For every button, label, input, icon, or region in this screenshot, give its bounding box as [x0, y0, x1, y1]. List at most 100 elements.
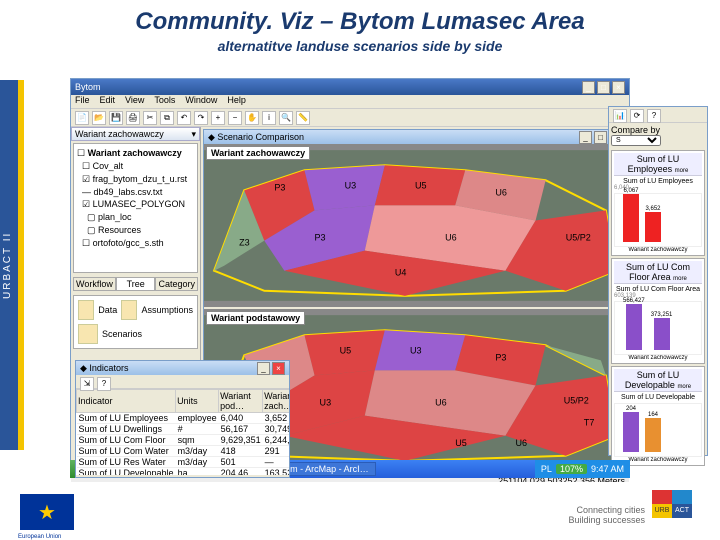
chart-bar [645, 418, 661, 452]
svg-text:P3: P3 [274, 182, 285, 192]
maximize-icon[interactable]: □ [594, 131, 607, 144]
save-icon[interactable]: 💾 [109, 111, 123, 125]
svg-text:P3: P3 [315, 233, 326, 243]
table-row[interactable]: Sum of LU Dwellings#56,16730,749 [77, 424, 290, 435]
undo-icon[interactable]: ↶ [177, 111, 191, 125]
measure-icon[interactable]: 📏 [296, 111, 310, 125]
eu-flag-icon: ★ [20, 494, 74, 530]
menu-edit[interactable]: Edit [100, 95, 116, 108]
export-icon[interactable]: ⇲ [80, 377, 94, 391]
identify-icon[interactable]: i [262, 111, 276, 125]
table-row[interactable]: Sum of LU Com Floorsqm9,629,3516,244,955 [77, 435, 290, 446]
table-row[interactable]: Sum of LU Developableha204.46163.52 [77, 468, 290, 476]
redo-icon[interactable]: ↷ [194, 111, 208, 125]
menu-view[interactable]: View [125, 95, 144, 108]
zoom-out-icon[interactable]: − [228, 111, 242, 125]
close-icon[interactable]: × [272, 362, 285, 375]
comparison-title: Scenario Comparison [217, 132, 304, 142]
chart-header[interactable]: Sum of LU Com Floor Area more [614, 261, 702, 284]
tree-item[interactable]: ☑ frag_bytom_dzu_t_u.rst [77, 173, 194, 186]
chart-box: Sum of LU Com Floor Area more Sum of LU … [611, 258, 705, 364]
sidebar-brand: URBACT II [0, 80, 18, 450]
chart-area: 6,0673,652 [614, 193, 702, 247]
zoom-indicator[interactable]: 107% [556, 464, 587, 474]
svg-text:U3: U3 [345, 180, 357, 190]
compare-select[interactable]: S [611, 135, 661, 146]
map-top[interactable]: Wariant zachowawczy P3 U3 U5 U6 P3 Z3 U6… [204, 144, 626, 307]
menu-bar: File Edit View Tools Window Help [71, 95, 629, 109]
close-icon[interactable]: × [612, 81, 625, 94]
copy-icon[interactable]: ⧉ [160, 111, 174, 125]
charts-toolbar: 📊 ⟳ ? [609, 107, 707, 123]
menu-file[interactable]: File [75, 95, 90, 108]
help-icon[interactable]: ? [97, 377, 111, 391]
eu-label: European Union [18, 534, 61, 540]
tree-root[interactable]: ☐ Wariant zachowawczy [77, 147, 194, 160]
map-svg-top: P3 U3 U5 U6 P3 Z3 U6 U5/P2 U4 [204, 144, 626, 307]
svg-text:T7: T7 [584, 418, 595, 428]
chart-header[interactable]: Sum of LU Employees more [614, 153, 702, 176]
zoom-in-icon[interactable]: + [211, 111, 225, 125]
find-icon[interactable]: 🔍 [279, 111, 293, 125]
menu-tools[interactable]: Tools [154, 95, 175, 108]
cut-icon[interactable]: ✂ [143, 111, 157, 125]
assumptions-icon[interactable] [121, 300, 137, 320]
print-icon[interactable]: 🖨 [126, 111, 140, 125]
col-header[interactable]: Wariant zach… [263, 390, 289, 413]
scenario-label-bottom: Wariant podstawowy [206, 311, 305, 325]
minimize-icon[interactable]: _ [582, 81, 595, 94]
tree-item[interactable]: ☐ Cov_alt [77, 160, 194, 173]
chart-bar [645, 212, 661, 242]
minimize-icon[interactable]: _ [257, 362, 270, 375]
svg-text:U5: U5 [455, 438, 467, 448]
col-header[interactable]: Units [176, 390, 219, 413]
chart-icon[interactable]: 📊 [613, 109, 627, 123]
table-row[interactable]: Sum of LU Res Waterm3/day501— [77, 457, 290, 468]
system-tray[interactable]: PL 107% 9:47 AM [535, 460, 630, 478]
svg-text:P3: P3 [495, 352, 506, 362]
chart-bar [623, 194, 639, 242]
tree-item[interactable]: — db49_labs.csv.txt [77, 186, 194, 198]
layer-tree[interactable]: ☐ Wariant zachowawczy ☐ Cov_alt ☑ frag_b… [73, 143, 198, 273]
svg-text:U6: U6 [435, 398, 447, 408]
col-header[interactable]: Indicator [77, 390, 176, 413]
maximize-icon[interactable]: □ [597, 81, 610, 94]
chart-header[interactable]: Sum of LU Developable more [614, 369, 702, 392]
tree-item[interactable]: ▢ plan_loc [77, 211, 194, 224]
window-titlebar[interactable]: Bytom _ □ × [71, 79, 629, 95]
chart-xlabel: Wariant zachowawczy [614, 355, 702, 361]
tree-item[interactable]: ☑ LUMASEC_POLYGON [77, 198, 194, 211]
lang-indicator[interactable]: PL [541, 464, 552, 474]
svg-text:Z3: Z3 [239, 238, 250, 248]
chart-bar [626, 304, 642, 350]
clock: 9:47 AM [591, 464, 624, 474]
table-row[interactable]: Sum of LU Com Waterm3/day418291 [77, 446, 290, 457]
open-icon[interactable]: 📂 [92, 111, 106, 125]
tab-category[interactable]: Category [155, 277, 198, 291]
table-row[interactable]: Sum of LU Employeesemployee6,0403,652 [77, 413, 290, 424]
tab-workflow[interactable]: Workflow [73, 277, 116, 291]
chart-area: 204164 [614, 403, 702, 457]
minimize-icon[interactable]: _ [579, 131, 592, 144]
tab-tree[interactable]: Tree [116, 277, 156, 291]
chart-xlabel: Wariant zachowawczy [614, 247, 702, 253]
tree-panel-header[interactable]: Wariant zachowawczy ▾ [71, 127, 200, 141]
indicators-table: IndicatorUnitsWariant pod…Wariant zach… … [76, 389, 289, 475]
svg-text:U5/P2: U5/P2 [566, 233, 591, 243]
new-icon[interactable]: 📄 [75, 111, 89, 125]
chevron-down-icon[interactable]: ▾ [191, 129, 196, 140]
col-header[interactable]: Wariant pod… [219, 390, 263, 413]
svg-text:U6: U6 [515, 438, 527, 448]
scenarios-icon[interactable] [78, 324, 98, 344]
tree-item[interactable]: ☐ ortofoto/gcc_s.sth [77, 237, 194, 250]
menu-help[interactable]: Help [227, 95, 246, 108]
indicators-titlebar[interactable]: ◆ Indicators _× [76, 361, 289, 375]
refresh-icon[interactable]: ⟳ [630, 109, 644, 123]
comparison-titlebar[interactable]: ◆ Scenario Comparison _□× [204, 130, 626, 144]
chart-bar [623, 412, 639, 452]
help-icon[interactable]: ? [647, 109, 661, 123]
menu-window[interactable]: Window [185, 95, 217, 108]
tree-item[interactable]: ▢ Resources [77, 224, 194, 237]
data-icon[interactable] [78, 300, 94, 320]
pan-icon[interactable]: ✋ [245, 111, 259, 125]
